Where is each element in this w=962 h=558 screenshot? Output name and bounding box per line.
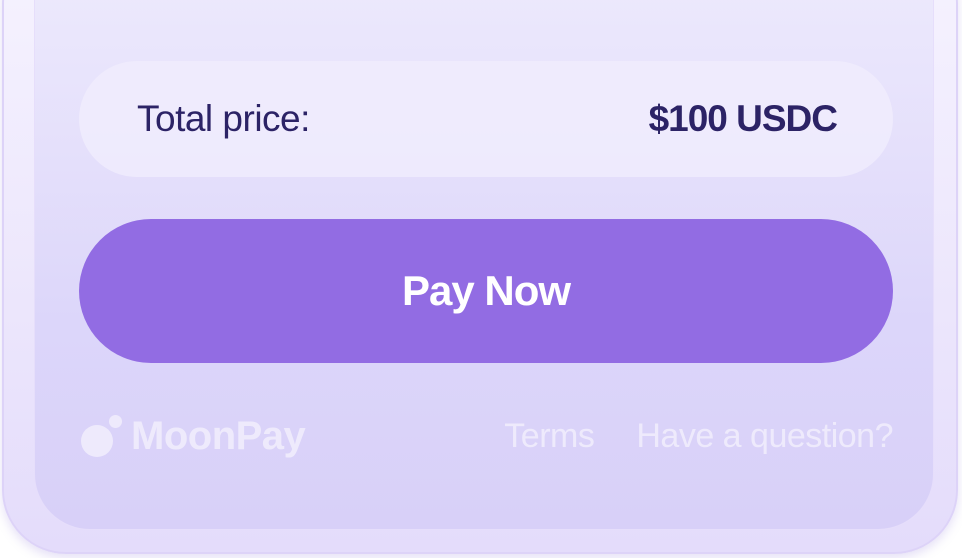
- brand-name: MoonPay: [131, 413, 306, 458]
- terms-link[interactable]: Terms: [504, 417, 595, 456]
- total-price-row: Total price: $100 USDC: [79, 61, 893, 177]
- footer-links: Terms Have a question?: [504, 417, 893, 456]
- moonpay-logo-icon: [79, 413, 127, 459]
- total-price-label: Total price:: [137, 98, 310, 139]
- device-frame: Total price: $100 USDC Pay Now MoonPay T…: [2, 0, 958, 554]
- footer: MoonPay Terms Have a question?: [79, 411, 893, 461]
- pay-now-label: Pay Now: [401, 267, 571, 314]
- checkout-screen: Total price: $100 USDC Pay Now MoonPay T…: [34, 0, 934, 530]
- total-price-value: $100 USDC: [648, 98, 838, 139]
- moonpay-brand: MoonPay: [79, 413, 306, 459]
- help-link[interactable]: Have a question?: [636, 417, 893, 456]
- pay-now-button[interactable]: Pay Now: [79, 219, 893, 363]
